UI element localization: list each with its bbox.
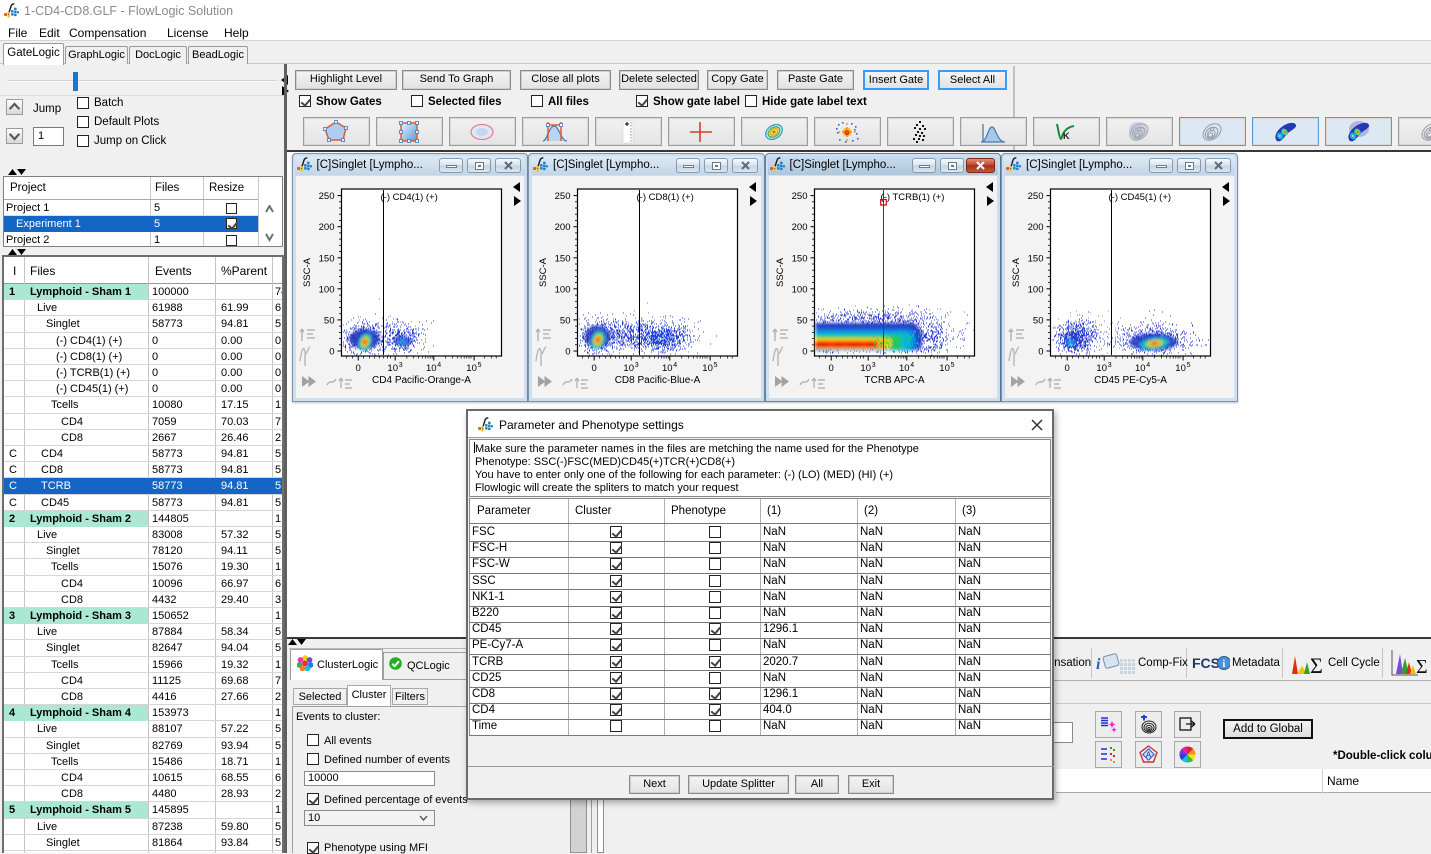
svg-text:CD45 PE-Cy5-A: CD45 PE-Cy5-A <box>1094 375 1167 386</box>
svg-text:50: 50 <box>796 315 807 326</box>
svg-text:i: i <box>1096 656 1101 673</box>
svg-text:0: 0 <box>802 347 807 358</box>
svg-text:SSC-A: SSC-A <box>775 257 786 287</box>
svg-text:100: 100 <box>555 284 571 295</box>
svg-text:4: 4 <box>673 362 677 369</box>
svg-text:4: 4 <box>910 362 914 369</box>
svg-text:200: 200 <box>791 222 807 233</box>
svg-text:CD4 Pacific-Orange-A: CD4 Pacific-Orange-A <box>372 375 471 386</box>
svg-text:200: 200 <box>1028 222 1044 233</box>
svg-text:3: 3 <box>398 362 402 369</box>
svg-text:50: 50 <box>560 315 571 326</box>
svg-text:SSC-A: SSC-A <box>538 257 549 287</box>
svg-text:0: 0 <box>329 347 334 358</box>
svg-text:SSC-A: SSC-A <box>1011 257 1022 287</box>
svg-text:TCRB APC-A: TCRB APC-A <box>864 375 924 386</box>
svg-text:(-) CD8(1) (+): (-) CD8(1) (+) <box>637 192 694 203</box>
svg-text:50: 50 <box>1033 315 1044 326</box>
svg-text:0: 0 <box>355 363 360 374</box>
svg-text:10: 10 <box>387 363 398 374</box>
svg-text:5: 5 <box>477 362 481 369</box>
svg-text:150: 150 <box>1028 253 1044 264</box>
svg-text:4: 4 <box>437 362 441 369</box>
svg-text:10: 10 <box>623 363 634 374</box>
svg-text:5: 5 <box>1187 362 1191 369</box>
svg-text:i: i <box>1223 659 1226 670</box>
svg-text:10: 10 <box>426 363 437 374</box>
svg-text:10: 10 <box>860 363 871 374</box>
svg-text:0: 0 <box>592 363 597 374</box>
svg-text:Σ: Σ <box>1416 656 1428 678</box>
svg-text:K: K <box>1063 131 1070 141</box>
svg-text:(-) TCRB(1) (+): (-) TCRB(1) (+) <box>880 192 944 203</box>
svg-text:250: 250 <box>791 191 807 202</box>
svg-text:10: 10 <box>466 363 477 374</box>
svg-text:0: 0 <box>565 347 570 358</box>
svg-text:5: 5 <box>950 362 954 369</box>
svg-text:Σ: Σ <box>1310 653 1323 676</box>
svg-text:5: 5 <box>714 362 718 369</box>
svg-text:250: 250 <box>1028 191 1044 202</box>
svg-text:250: 250 <box>555 191 571 202</box>
svg-text:10: 10 <box>939 363 950 374</box>
svg-text:150: 150 <box>791 253 807 264</box>
svg-text:FCS: FCS <box>1192 655 1220 671</box>
svg-text:0: 0 <box>1065 363 1070 374</box>
svg-text:CD8 Pacific-Blue-A: CD8 Pacific-Blue-A <box>615 375 701 386</box>
svg-text:(-) CD4(1) (+): (-) CD4(1) (+) <box>380 192 437 203</box>
svg-text:3: 3 <box>635 362 639 369</box>
svg-text:3: 3 <box>1108 362 1112 369</box>
svg-text:SSC-A: SSC-A <box>302 257 313 287</box>
svg-text:10: 10 <box>702 363 713 374</box>
svg-text:250: 250 <box>318 191 334 202</box>
svg-text:100: 100 <box>791 284 807 295</box>
svg-text:10: 10 <box>662 363 673 374</box>
svg-text:50: 50 <box>323 315 334 326</box>
svg-text:150: 150 <box>318 253 334 264</box>
svg-text:100: 100 <box>1028 284 1044 295</box>
svg-text:(-) CD45(1) (+): (-) CD45(1) (+) <box>1109 192 1172 203</box>
svg-text:3: 3 <box>871 362 875 369</box>
svg-text:10: 10 <box>899 363 910 374</box>
svg-text:200: 200 <box>318 222 334 233</box>
svg-text:4: 4 <box>1146 362 1150 369</box>
svg-text:0: 0 <box>828 363 833 374</box>
svg-text:10: 10 <box>1135 363 1146 374</box>
svg-text:A: A <box>1145 750 1151 759</box>
svg-text:10: 10 <box>1096 363 1107 374</box>
svg-text:100: 100 <box>318 284 334 295</box>
svg-text:0: 0 <box>1038 347 1043 358</box>
svg-text:10: 10 <box>1175 363 1186 374</box>
svg-text:150: 150 <box>555 253 571 264</box>
svg-text:200: 200 <box>555 222 571 233</box>
